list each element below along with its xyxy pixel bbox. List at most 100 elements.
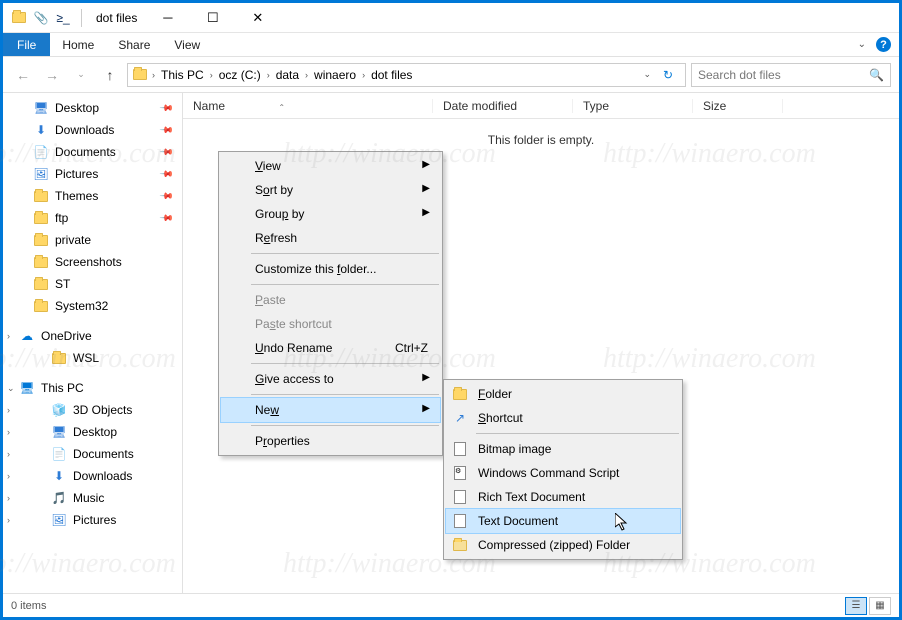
menu-item-label: Shortcut xyxy=(478,411,523,425)
refresh-button[interactable]: ↻ xyxy=(655,68,681,82)
tree-item[interactable]: ›⬇Downloads xyxy=(3,465,182,487)
menu-item-label: Customize this folder... xyxy=(255,262,376,276)
breadcrumb-segment[interactable]: dot files xyxy=(369,68,414,82)
icons-view-button[interactable]: ▦ xyxy=(869,597,891,615)
menu-item-group-by[interactable]: Group by▶ xyxy=(221,202,440,226)
chevron-right-icon[interactable]: › xyxy=(206,70,217,80)
pin-icon: 📌 xyxy=(159,122,175,138)
maximize-button[interactable]: ☐ xyxy=(190,3,235,33)
column-header-name[interactable]: Name ⌃ xyxy=(183,99,433,113)
tree-item[interactable]: ST xyxy=(3,273,182,295)
tree-thispc[interactable]: ⌄ 🖥 This PC xyxy=(3,377,182,399)
tree-item[interactable]: ›🖼Pictures xyxy=(3,509,182,531)
bitmap-icon xyxy=(452,441,468,457)
expand-ribbon-icon[interactable]: ⌄ xyxy=(858,39,866,50)
menu-item-label: Windows Command Script xyxy=(478,466,619,480)
ribbon-tab-share[interactable]: Share xyxy=(106,33,162,56)
folder-icon xyxy=(33,188,49,204)
tree-label: This PC xyxy=(41,381,84,395)
menu-item-properties[interactable]: Properties xyxy=(221,429,440,453)
collapse-icon[interactable]: ⌄ xyxy=(7,383,15,394)
breadcrumb[interactable]: › This PC › ocz (C:) › data › winaero › … xyxy=(127,63,686,87)
ribbon-tab-home[interactable]: Home xyxy=(50,33,106,56)
history-dropdown-icon[interactable]: ⌄ xyxy=(639,69,655,80)
up-button[interactable]: ↑ xyxy=(98,63,122,87)
search-icon[interactable]: 🔍 xyxy=(869,68,884,82)
breadcrumb-segment[interactable]: This PC xyxy=(159,68,206,82)
new-item-shortcut[interactable]: ↗Shortcut xyxy=(446,406,680,430)
menu-item-label: Rich Text Document xyxy=(478,490,585,504)
tree-item[interactable]: ftp📌 xyxy=(3,207,182,229)
menu-item-refresh[interactable]: Refresh xyxy=(221,226,440,250)
file-tab[interactable]: File xyxy=(3,33,50,56)
new-item-folder[interactable]: Folder xyxy=(446,382,680,406)
tree-label: Desktop xyxy=(55,101,99,115)
search-input[interactable]: Search dot files 🔍 xyxy=(691,63,891,87)
tree-item[interactable]: 🖼Pictures📌 xyxy=(3,163,182,185)
menu-item-undo-rename[interactable]: Undo RenameCtrl+Z xyxy=(221,336,440,360)
pin-icon: 📌 xyxy=(159,188,175,204)
column-header-type[interactable]: Type xyxy=(573,99,693,113)
chevron-right-icon[interactable]: › xyxy=(263,70,274,80)
pin-icon: 📌 xyxy=(159,144,175,160)
menu-item-customize-this-folder-[interactable]: Customize this folder... xyxy=(221,257,440,281)
menu-item-view[interactable]: View▶ xyxy=(221,154,440,178)
tree-item[interactable]: ›📄Documents xyxy=(3,443,182,465)
navigation-pane[interactable]: 🖥Desktop📌⬇Downloads📌📄Documents📌🖼Pictures… xyxy=(3,93,183,593)
menu-item-new[interactable]: New▶ xyxy=(221,398,440,422)
details-view-button[interactable]: ☰ xyxy=(845,597,867,615)
zip-icon xyxy=(452,537,468,553)
folder-icon xyxy=(33,210,49,226)
breadcrumb-segment[interactable]: winaero xyxy=(312,68,358,82)
tree-item[interactable]: ›🎵Music xyxy=(3,487,182,509)
chevron-right-icon[interactable]: › xyxy=(148,70,159,80)
column-header-date[interactable]: Date modified xyxy=(433,99,573,113)
rtf-icon xyxy=(452,489,468,505)
menu-item-label: Folder xyxy=(478,387,512,401)
powershell-icon[interactable]: ≥_ xyxy=(55,10,71,26)
window-title: dot files xyxy=(92,11,137,25)
menu-item-label: Undo Rename xyxy=(255,341,332,355)
new-item-rich-text-document[interactable]: Rich Text Document xyxy=(446,485,680,509)
item-count: 0 items xyxy=(11,600,46,612)
menu-item-label: Text Document xyxy=(478,514,558,528)
expand-icon[interactable]: › xyxy=(7,427,10,437)
new-item-compressed-zipped-folder[interactable]: Compressed (zipped) Folder xyxy=(446,533,680,557)
expand-icon[interactable]: › xyxy=(7,405,10,415)
tree-item[interactable]: private xyxy=(3,229,182,251)
breadcrumb-segment[interactable]: ocz (C:) xyxy=(217,68,263,82)
help-button[interactable]: ? xyxy=(876,37,891,52)
tree-onedrive[interactable]: › ☁ OneDrive xyxy=(3,325,182,347)
breadcrumb-segment[interactable]: data xyxy=(274,68,301,82)
expand-icon[interactable]: › xyxy=(7,331,10,341)
pictures-icon: 🖼 xyxy=(33,166,49,182)
minimize-button[interactable]: ─ xyxy=(145,3,190,33)
new-item-bitmap-image[interactable]: Bitmap image xyxy=(446,437,680,461)
tree-item[interactable]: System32 xyxy=(3,295,182,317)
tree-item[interactable]: ›🖥Desktop xyxy=(3,421,182,443)
menu-item-give-access-to[interactable]: Give access to▶ xyxy=(221,367,440,391)
ribbon-tab-view[interactable]: View xyxy=(162,33,212,56)
tree-item[interactable]: Themes📌 xyxy=(3,185,182,207)
chevron-right-icon[interactable]: › xyxy=(301,70,312,80)
tree-item[interactable]: WSL xyxy=(3,347,182,369)
expand-icon[interactable]: › xyxy=(7,449,10,459)
column-header-size[interactable]: Size xyxy=(693,99,783,113)
menu-item-sort-by[interactable]: Sort by▶ xyxy=(221,178,440,202)
expand-icon[interactable]: › xyxy=(7,471,10,481)
tree-item[interactable]: ›🧊3D Objects xyxy=(3,399,182,421)
new-item-text-document[interactable]: Text Document xyxy=(446,509,680,533)
new-item-windows-command-script[interactable]: ⚙Windows Command Script xyxy=(446,461,680,485)
tree-item[interactable]: 🖥Desktop📌 xyxy=(3,97,182,119)
tree-item[interactable]: Screenshots xyxy=(3,251,182,273)
expand-icon[interactable]: › xyxy=(7,515,10,525)
close-button[interactable]: ✕ xyxy=(235,3,280,33)
tree-item[interactable]: 📄Documents📌 xyxy=(3,141,182,163)
tree-item[interactable]: ⬇Downloads📌 xyxy=(3,119,182,141)
back-button[interactable]: ← xyxy=(11,63,35,87)
chevron-right-icon[interactable]: › xyxy=(358,70,369,80)
recent-dropdown[interactable]: ⌄ xyxy=(69,63,93,87)
expand-icon[interactable]: › xyxy=(7,493,10,503)
forward-button[interactable]: → xyxy=(40,63,64,87)
submenu-arrow-icon: ▶ xyxy=(422,372,430,383)
